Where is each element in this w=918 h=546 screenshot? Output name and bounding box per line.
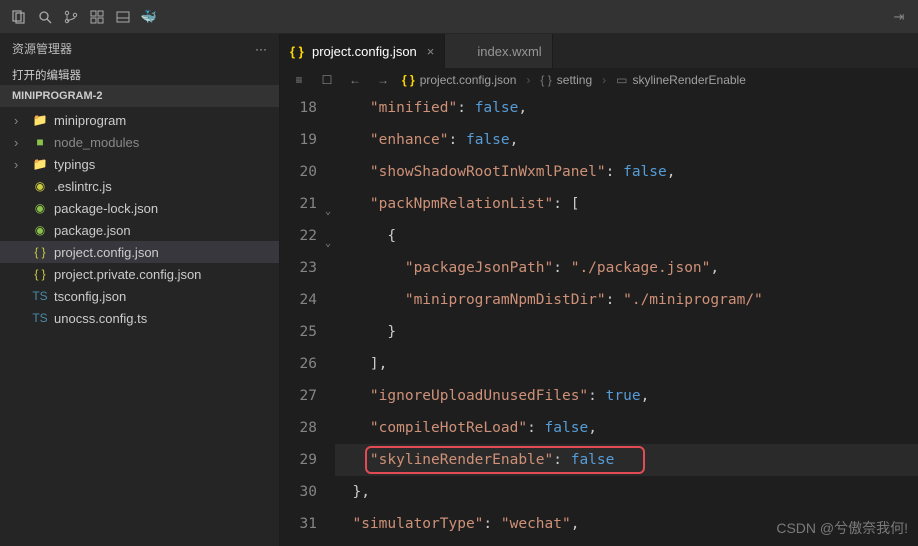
- close-icon[interactable]: ×: [427, 44, 435, 59]
- tree-item-tsconfig-json[interactable]: TS tsconfig.json: [0, 285, 279, 307]
- tree-item--eslintrc-js[interactable]: ◉ .eslintrc.js: [0, 175, 279, 197]
- files-icon[interactable]: [6, 4, 32, 30]
- code-line-29[interactable]: "skylineRenderEnable": false: [335, 444, 918, 476]
- code-line-23[interactable]: "packageJsonPath": "./package.json",: [335, 252, 918, 284]
- tree-item-label: typings: [54, 157, 95, 172]
- tree-item-label: node_modules: [54, 135, 139, 150]
- tab-index-wxml[interactable]: index.wxml: [445, 34, 552, 68]
- file-icon: ◉: [32, 201, 48, 215]
- chevron-right-icon: ›: [602, 73, 606, 87]
- tree-item-miniprogram[interactable]: › 📁 miniprogram: [0, 109, 279, 131]
- tab-label: index.wxml: [477, 44, 541, 59]
- code-line-28[interactable]: "compileHotReLoad": false,: [335, 412, 918, 444]
- file-icon: 📁: [32, 157, 48, 171]
- watermark: CSDN @兮傲奈我何!: [776, 518, 908, 538]
- more-icon[interactable]: ···: [255, 42, 267, 56]
- tree-item-project-private-config-json[interactable]: { } project.private.config.json: [0, 263, 279, 285]
- tree-item-label: .eslintrc.js: [54, 179, 112, 194]
- nav-forward-icon[interactable]: →: [374, 73, 392, 87]
- tree-item-project-config-json[interactable]: { } project.config.json: [0, 241, 279, 263]
- tree-item-label: tsconfig.json: [54, 289, 126, 304]
- tree-item-label: miniprogram: [54, 113, 126, 128]
- breadcrumb-setting[interactable]: { }setting: [540, 73, 592, 87]
- explorer-title: 资源管理器: [12, 40, 72, 57]
- code-line-26[interactable]: ],: [335, 348, 918, 380]
- fold-icon[interactable]: ⌄: [325, 228, 331, 260]
- tree-item-label: package.json: [54, 223, 131, 238]
- file-icon: { }: [32, 267, 48, 281]
- file-icon: ◉: [32, 223, 48, 237]
- tab-label: project.config.json: [312, 44, 417, 59]
- explorer-panel: 资源管理器 ··· 打开的编辑器 MINIPROGRAM-2 › 📁 minipro…: [0, 34, 280, 546]
- breadcrumb-file[interactable]: { }project.config.json: [402, 73, 516, 87]
- code-line-25[interactable]: }: [335, 316, 918, 348]
- chevron-right-icon: ›: [14, 135, 26, 150]
- docker-icon[interactable]: 🐳: [136, 4, 162, 30]
- tree-item-label: project.private.config.json: [54, 267, 201, 282]
- file-icon: TS: [32, 289, 48, 303]
- file-icon: { }: [32, 245, 48, 259]
- tree-item-typings[interactable]: › 📁 typings: [0, 153, 279, 175]
- code-line-30[interactable]: },: [335, 476, 918, 508]
- code-line-18[interactable]: "minified": false,: [335, 92, 918, 124]
- tree-item-label: unocss.config.ts: [54, 311, 147, 326]
- file-icon: ■: [32, 135, 48, 149]
- code-line-32[interactable]: "simulatorPluginLibVersion": {},: [335, 540, 918, 546]
- bookmark-icon[interactable]: ☐: [318, 73, 336, 87]
- tab-project-config-json[interactable]: { } project.config.json ×: [280, 34, 445, 68]
- code-line-27[interactable]: "ignoreUploadUnusedFiles": true,: [335, 380, 918, 412]
- tree-item-node_modules[interactable]: › ■ node_modules: [0, 131, 279, 153]
- fold-icon[interactable]: ⌄: [325, 196, 331, 228]
- file-icon: 📁: [32, 113, 48, 127]
- tree-item-package-lock-json[interactable]: ◉ package-lock.json: [0, 197, 279, 219]
- chevron-right-icon: ›: [14, 113, 26, 128]
- nav-back-icon[interactable]: ←: [346, 73, 364, 87]
- tree-item-label: project.config.json: [54, 245, 159, 260]
- tree-item-package-json[interactable]: ◉ package.json: [0, 219, 279, 241]
- code-line-21[interactable]: "packNpmRelationList": [: [335, 188, 918, 220]
- file-icon: TS: [32, 311, 48, 325]
- code-line-22[interactable]: {: [335, 220, 918, 252]
- code-line-19[interactable]: "enhance": false,: [335, 124, 918, 156]
- tree-item-unocss-config-ts[interactable]: TS unocss.config.ts: [0, 307, 279, 329]
- file-icon: { }: [290, 44, 306, 59]
- search-icon[interactable]: [32, 4, 58, 30]
- project-header[interactable]: MINIPROGRAM-2: [0, 85, 279, 107]
- breadcrumb-prop[interactable]: ▭skylineRenderEnable: [616, 73, 746, 87]
- extensions-icon[interactable]: [84, 4, 110, 30]
- chevron-right-icon: ›: [526, 73, 530, 87]
- panel-icon[interactable]: [110, 4, 136, 30]
- collapse-icon[interactable]: ⇥: [886, 4, 912, 30]
- code-line-20[interactable]: "showShadowRootInWxmlPanel": false,: [335, 156, 918, 188]
- open-editors-header[interactable]: 打开的编辑器: [0, 63, 279, 85]
- chevron-right-icon: ›: [14, 157, 26, 172]
- tree-item-label: package-lock.json: [54, 201, 158, 216]
- branch-icon[interactable]: [58, 4, 84, 30]
- list-icon[interactable]: ≡: [290, 73, 308, 87]
- file-icon: ◉: [32, 179, 48, 193]
- code-line-24[interactable]: "miniprogramNpmDistDir": "./miniprogram/…: [335, 284, 918, 316]
